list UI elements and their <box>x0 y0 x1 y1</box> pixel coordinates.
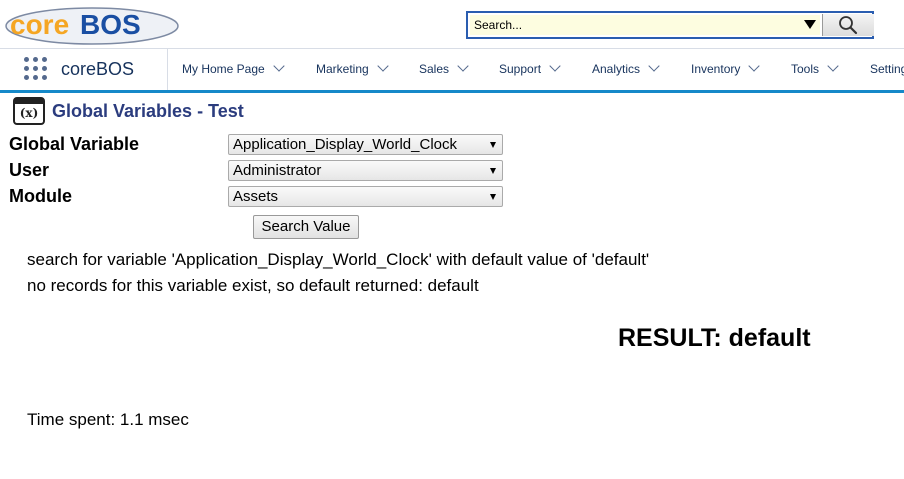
search-dropdown-icon[interactable] <box>804 20 816 29</box>
chevron-down-icon <box>549 60 561 72</box>
chevron-down-icon <box>748 60 761 72</box>
nav-item-sales[interactable]: Sales <box>419 60 469 76</box>
nav-item-inventory[interactable]: Inventory <box>691 60 761 76</box>
user-value: Administrator <box>233 162 322 179</box>
nav-item-support[interactable]: Support <box>499 60 561 76</box>
global-search: Search... <box>466 11 874 39</box>
nav-label: Inventory <box>691 62 741 76</box>
dropdown-arrow-icon <box>490 194 496 200</box>
nav-item-analytics[interactable]: Analytics <box>592 60 660 76</box>
nav-label: Marketing <box>316 62 369 76</box>
logo-bos-text: BOS <box>80 9 141 40</box>
main-navbar: coreBOS My Home Page Marketing Sales Sup… <box>0 48 904 93</box>
search-button[interactable] <box>822 14 874 36</box>
search-icon <box>839 16 858 35</box>
global-variable-value: Application_Display_World_Clock <box>233 136 457 153</box>
user-label: User <box>9 160 50 180</box>
search-input[interactable]: Search... <box>470 15 820 35</box>
nav-item-settings[interactable]: Settings <box>870 62 904 76</box>
result-text: RESULT: default <box>618 324 811 352</box>
nav-label: Sales <box>419 62 450 76</box>
app-launcher-icon[interactable] <box>24 57 48 81</box>
dropdown-arrow-icon <box>490 168 496 174</box>
dropdown-arrow-icon <box>490 142 496 148</box>
chevron-down-icon <box>457 60 469 72</box>
search-value-button[interactable]: Search Value <box>253 215 359 239</box>
no-records-message: no records for this variable exist, so d… <box>27 276 479 295</box>
nav-item-marketing[interactable]: Marketing <box>316 60 389 76</box>
user-select[interactable]: Administrator <box>228 160 503 181</box>
search-message: search for variable 'Application_Display… <box>27 250 650 269</box>
chevron-down-icon <box>648 60 660 72</box>
page-title: Global Variables - Test <box>52 101 244 121</box>
module-value: Assets <box>233 188 279 205</box>
global-variable-select[interactable]: Application_Display_World_Clock <box>228 134 503 155</box>
nav-label: Analytics <box>592 62 641 76</box>
variable-icon-text: (x) <box>19 106 39 120</box>
navbar-brand[interactable]: coreBOS <box>61 59 134 80</box>
nav-item-my-home-page[interactable]: My Home Page <box>182 60 285 76</box>
chevron-down-icon <box>827 60 839 72</box>
variable-icon: (x) <box>13 97 45 125</box>
logo-core-text: core <box>10 9 69 40</box>
corebos-logo[interactable]: core BOS <box>4 2 180 46</box>
chevron-down-icon <box>377 60 389 72</box>
global-variable-label: Global Variable <box>9 134 140 154</box>
time-spent: Time spent: 1.1 msec <box>27 410 189 429</box>
nav-label: My Home Page <box>182 62 265 76</box>
nav-item-tools[interactable]: Tools <box>791 60 839 76</box>
nav-divider <box>167 49 168 90</box>
module-select[interactable]: Assets <box>228 186 503 207</box>
nav-label: Support <box>499 62 542 76</box>
chevron-down-icon <box>273 60 285 72</box>
nav-label: Tools <box>791 62 820 76</box>
module-label: Module <box>9 186 72 206</box>
nav-label: Settings <box>870 62 904 76</box>
